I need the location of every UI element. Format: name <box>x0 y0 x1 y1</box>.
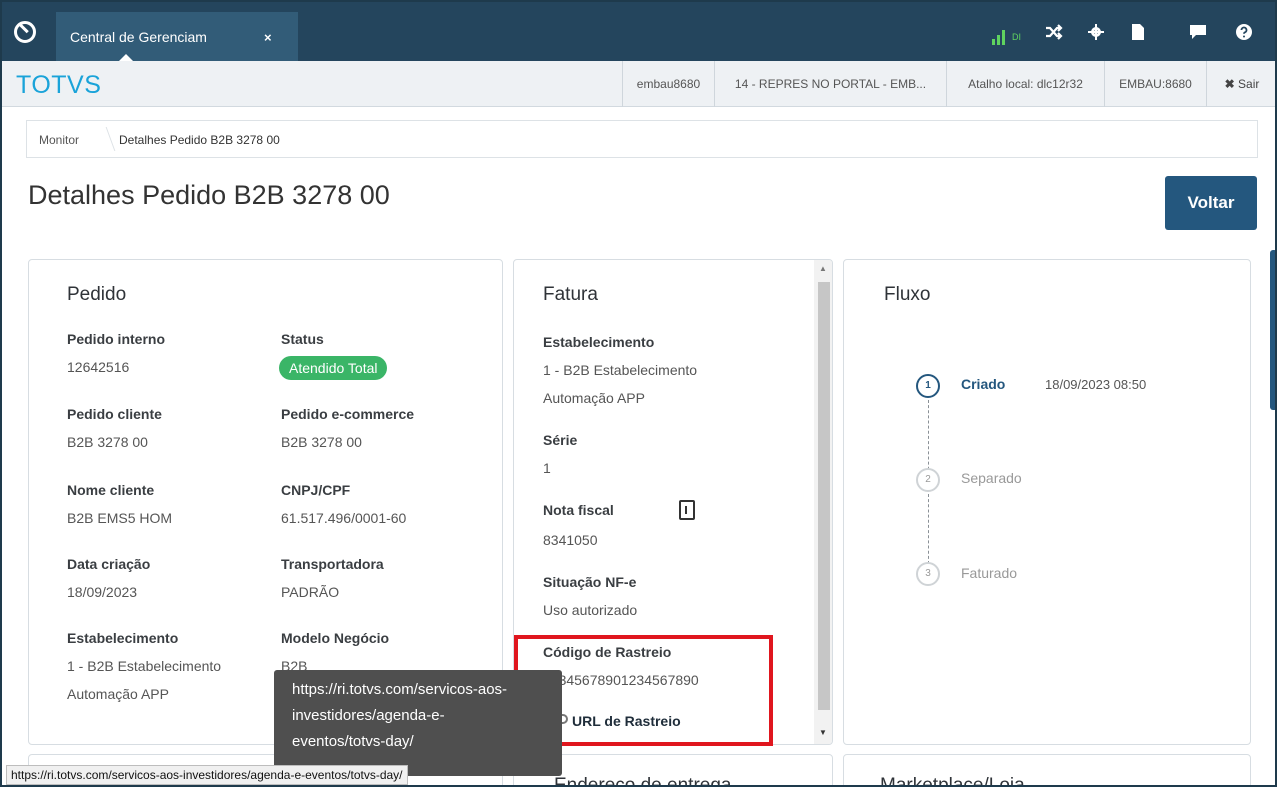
gear-icon[interactable] <box>1076 12 1116 57</box>
endereco-card-title: Endereço de entrega <box>554 775 732 787</box>
shuffle-icon[interactable] <box>1034 12 1074 57</box>
app-window: Central de Gerenciam × DI TOTVS embau868… <box>0 0 1277 787</box>
serie-label: Série <box>543 432 578 448</box>
status-bar-url: https://ri.totvs.com/servicos-aos-invest… <box>6 765 408 785</box>
transportadora-label: Transportadora <box>281 556 384 572</box>
link-tooltip: https://ri.totvs.com/servicos-aos- inves… <box>274 670 562 776</box>
step-number-1: 1 <box>916 374 940 398</box>
gear-svg <box>1088 24 1104 40</box>
tab-label: Central de Gerenciam <box>70 29 207 45</box>
breadcrumb-separator <box>92 127 116 151</box>
logout-label: Sair <box>1238 77 1260 91</box>
tab-central[interactable]: Central de Gerenciam × <box>56 12 298 61</box>
step-number-2: 2 <box>916 468 940 492</box>
nome-cliente-value: B2B EMS5 HOM <box>67 510 173 526</box>
status-badge: Atendido Total <box>279 356 388 380</box>
shuffle-svg <box>1046 24 1063 40</box>
signal-bar <box>997 35 1000 45</box>
marketplace-card-title: Marketplace/Loja <box>880 775 1025 787</box>
signal-icon[interactable]: DI <box>992 21 1032 45</box>
pedido-cliente-value: B2B 3278 00 <box>67 434 148 450</box>
scrollbar-thumb[interactable] <box>818 282 830 710</box>
cnpj-label: CNPJ/CPF <box>281 482 351 498</box>
help-svg <box>1236 24 1252 40</box>
header-company[interactable]: 14 - REPRES NO PORTAL - EMB... <box>714 61 946 107</box>
fatura-card-title: Fatura <box>543 284 598 305</box>
signal-bar <box>1002 30 1005 45</box>
logo-icon[interactable] <box>14 21 36 43</box>
document-icon[interactable] <box>1118 12 1158 57</box>
fatura-estabelecimento-label: Estabelecimento <box>543 334 655 350</box>
estabelecimento-value-1: 1 - B2B Estabelecimento <box>67 658 222 674</box>
pedido-interno-label: Pedido interno <box>67 331 165 347</box>
cnpj-value: 61.517.496/0001-60 <box>281 510 407 526</box>
step-number-3: 3 <box>916 562 940 586</box>
step-label-2: Separado <box>961 470 1022 486</box>
data-criacao-value: 18/09/2023 <box>67 584 138 600</box>
breadcrumb: Monitor Detalhes Pedido B2B 3278 00 <box>26 120 1258 158</box>
signal-label: DI <box>1012 32 1021 42</box>
step-label-1: Criado <box>961 376 1006 392</box>
page-title: Detalhes Pedido B2B 3278 00 <box>28 180 390 210</box>
top-bar: Central de Gerenciam × DI <box>2 2 1275 62</box>
tooltip-line-2: investidores/agenda-e- <box>292 707 445 724</box>
modelo-label: Modelo Negócio <box>281 630 390 646</box>
pedido-cliente-label: Pedido cliente <box>67 406 162 422</box>
scroll-down-icon[interactable]: ▼ <box>819 728 827 737</box>
fatura-estabelecimento-value-2: Automação APP <box>543 390 645 406</box>
estabelecimento-value-2: Automação APP <box>67 686 169 702</box>
flow-connector <box>928 494 929 564</box>
logout-button[interactable]: ✖ Sair <box>1206 61 1275 107</box>
step-date-1: 18/09/2023 08:50 <box>1045 377 1147 392</box>
status-label: Status <box>281 331 324 347</box>
header-shortcut[interactable]: Atalho local: dlc12r32 <box>946 61 1104 107</box>
breadcrumb-current: Detalhes Pedido B2B 3278 00 <box>119 133 280 147</box>
breadcrumb-monitor[interactable]: Monitor <box>39 133 79 147</box>
pedido-ecommerce-label: Pedido e-commerce <box>281 406 415 422</box>
tab-close-button[interactable]: × <box>264 30 272 45</box>
page-scrollbar[interactable] <box>1270 250 1275 410</box>
scroll-up-icon[interactable]: ▲ <box>819 264 827 273</box>
signal-bar <box>992 39 995 45</box>
fatura-estabelecimento-value-1: 1 - B2B Estabelecimento <box>543 362 698 378</box>
fluxo-card-title: Fluxo <box>884 284 931 305</box>
nota-fiscal-value: 8341050 <box>543 532 598 548</box>
situacao-value: Uso autorizado <box>543 602 638 618</box>
nome-cliente-label: Nome cliente <box>67 482 155 498</box>
step-label-3: Faturado <box>961 565 1018 581</box>
data-criacao-label: Data criação <box>67 556 151 572</box>
document-svg <box>1132 24 1144 40</box>
estabelecimento-label: Estabelecimento <box>67 630 179 646</box>
download-icon[interactable] <box>679 500 695 520</box>
chat-icon[interactable] <box>1178 12 1218 57</box>
fluxo-card: Fluxo 1 Criado 18/09/2023 08:50 2 Separa… <box>843 259 1251 745</box>
serie-value: 1 <box>543 460 551 476</box>
close-icon: ✖ <box>1224 77 1235 91</box>
back-button[interactable]: Voltar <box>1165 176 1257 230</box>
brand-logo: TOTVS <box>16 71 102 99</box>
tooltip-line-3: eventos/totvs-day/ <box>292 733 414 750</box>
chat-svg <box>1190 25 1206 39</box>
pedido-interno-value: 12642516 <box>67 359 130 375</box>
header-user[interactable]: embau8680 <box>622 61 714 107</box>
pedido-ecommerce-value: B2B 3278 00 <box>281 434 362 450</box>
header-server[interactable]: EMBAU:8680 <box>1104 61 1206 107</box>
nota-fiscal-label: Nota fiscal <box>543 502 614 518</box>
tab-background: Central de Gerenciam × <box>56 12 298 61</box>
transportadora-value: PADRÃO <box>281 584 340 600</box>
help-icon[interactable] <box>1224 12 1264 57</box>
marketplace-card: Marketplace/Loja <box>843 754 1251 787</box>
fatura-scrollbar[interactable]: ▲ ▼ <box>814 260 832 744</box>
tooltip-line-1: https://ri.totvs.com/servicos-aos- <box>292 681 508 698</box>
pedido-card-title: Pedido <box>67 284 127 305</box>
header-row: TOTVS embau8680 14 - REPRES NO PORTAL - … <box>2 61 1275 107</box>
situacao-label: Situação NF-e <box>543 574 637 590</box>
